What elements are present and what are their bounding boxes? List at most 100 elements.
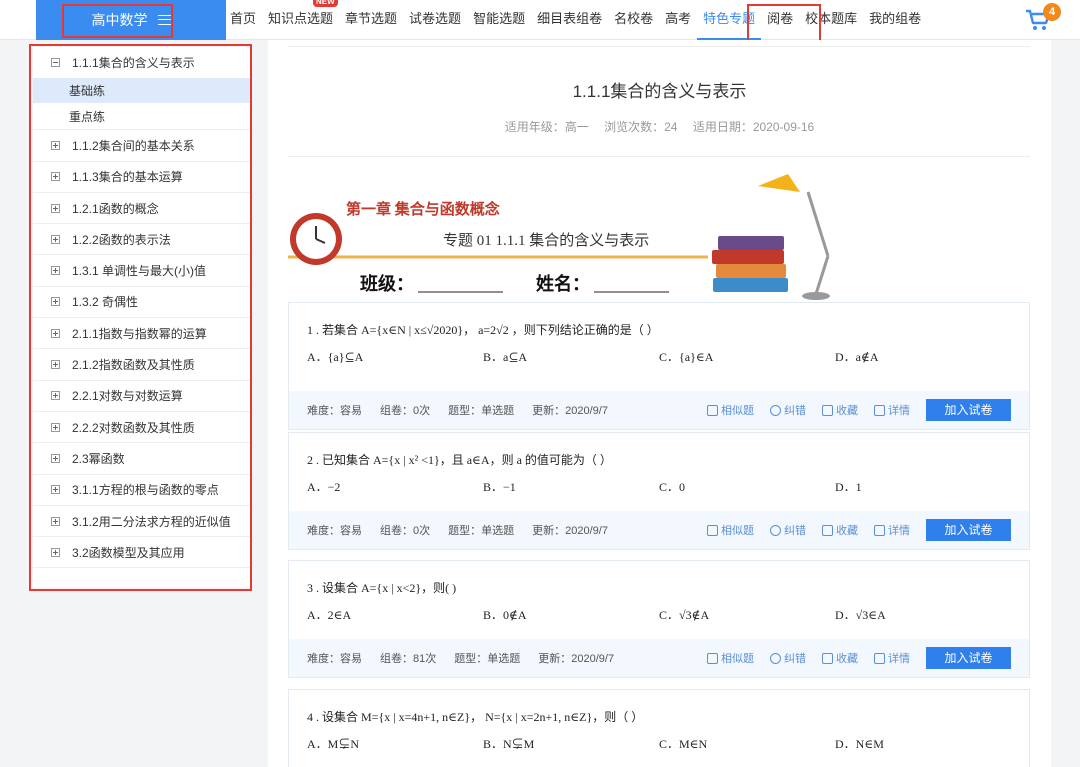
similar-icon [707,404,718,416]
add-to-paper-button[interactable]: 加入试卷 [926,399,1011,421]
collect-button[interactable]: 收藏 [822,522,858,538]
difficulty: 难度：容易 [307,405,362,417]
main-nav: 首页 知识点选题 NEW 章节选题 试卷选题 智能选题 细目表组卷 名校卷 高考 特色专题 阅卷 校本… [224,0,927,40]
add-to-paper-button[interactable]: 加入试卷 [926,647,1011,669]
correct-button[interactable]: 纠错 [770,522,806,538]
question-option: C．√3∉A [659,608,710,622]
update-date: 更新：2020/9/7 [532,525,608,537]
nav-item[interactable]: 名校卷 [608,0,659,40]
collect-button[interactable]: 收藏 [822,402,858,418]
question-footer: 难度：容易 组卷：81次 题型：单选题 更新：2020/9/7 相似题 纠错 收藏 详情 加入试… [289,639,1029,677]
books-lamp-illustration [712,174,830,300]
subject-highlight-box [62,4,173,38]
correct-button[interactable]: 纠错 [770,402,806,418]
doc-meta: 适用年级：高一 浏览次数：24 适用日期：2020-09-16 [268,118,1051,135]
question-card: 3 . 设集合 A={x | x<2}，则( ) A．2∈A B．0∉A C．√3∉A… [288,560,1030,678]
question-option: B．−1 [483,480,516,494]
question-option: A．{a}⊆A [307,350,364,364]
question-option: D．a∉A [835,350,879,364]
use-count: 组卷：0次 [380,525,431,537]
nav-item-label: 名校卷 [614,11,654,26]
name-label: 姓名： [536,273,590,294]
question-option: A．2∈A [307,608,352,622]
nav-item-label: 我的组卷 [869,11,922,26]
detail-icon [874,652,885,664]
question-footer: 难度：容易 组卷：0次 题型：单选题 更新：2020/9/7 相似题 纠错 收藏 详情 加入试卷 [289,391,1029,429]
question-stem: 3 . 设集合 A={x | x<2}，则( ) [307,581,457,595]
divider [288,156,1030,157]
topic-banner: 第一章 集合与函数概念 专题 01 1.1.1 集合的含义与表示 班级： 姓名： [288,174,830,300]
detail-button[interactable]: 详情 [874,402,910,418]
nav-item[interactable]: 试卷选题 [403,0,467,40]
detail-icon [874,404,885,416]
question-card: 4 . 设集合 M={x | x=4n+1, n∈Z}， N={x | x=2n… [288,689,1030,767]
collect-button[interactable]: 收藏 [822,650,858,666]
use-count: 组卷：0次 [380,405,431,417]
question-option: A．M⊊N [307,737,360,751]
question-card: 2 . 已知集合 A={x | x² <1}，且 a∈A，则 a 的值可能为（ … [288,432,1030,550]
active-nav-highlight-box [747,4,821,44]
nav-item-label: 首页 [230,11,257,26]
page-title: 1.1.1集合的含义与表示 [572,82,747,101]
nav-item-label: 知识点选题 [268,11,334,26]
collect-label: 收藏 [836,525,858,537]
nav-item[interactable]: 知识点选题 NEW [262,0,339,40]
question-option: B．a⊆A [483,350,528,364]
similar-icon [707,652,718,664]
star-icon [822,404,833,416]
detail-button[interactable]: 详情 [874,522,910,538]
meta-grade: 适用年级：高一 [504,120,589,134]
similar-icon [707,524,718,536]
star-icon [822,524,833,536]
question-option: C．0 [659,480,686,494]
question-option: B．N⊊M [483,737,535,751]
correct-button[interactable]: 纠错 [770,650,806,666]
question-option: C．M∈N [659,737,708,751]
difficulty: 难度：容易 [307,525,362,537]
meta-date: 适用日期：2020-09-16 [692,120,815,134]
detail-button[interactable]: 详情 [874,650,910,666]
star-icon [822,652,833,664]
collect-label: 收藏 [836,653,858,665]
nav-item[interactable]: 我的组卷 [863,0,927,40]
main-content: 1.1.1集合的含义与表示 适用年级：高一 浏览次数：24 适用日期：2020-… [268,40,1051,767]
question-option: B．0∉A [483,608,527,622]
nav-item-label: 高考 [665,11,692,26]
banner-chapter: 第一章 集合与函数概念 [346,200,500,218]
similar-button[interactable]: 相似题 [707,650,754,666]
use-count: 组卷：81次 [380,653,437,665]
question-card: 1 . 若集合 A={x∈N | x≤√2020}， a=2√2 ，则下列结论正… [288,302,1030,430]
meta-views: 浏览次数：24 [604,120,678,134]
add-to-paper-button[interactable]: 加入试卷 [926,519,1011,541]
nav-item[interactable]: 细目表组卷 [531,0,608,40]
question-option: A．−2 [307,480,341,494]
nav-item[interactable]: 高考 [659,0,697,40]
question-footer: 难度：容易 组卷：0次 题型：单选题 更新：2020/9/7 相似题 纠错 收藏 详情 加入试卷 [289,511,1029,549]
search-icon [770,652,781,664]
question-type: 题型：单选题 [454,653,521,665]
question-stem: 4 . 设集合 M={x | x=4n+1, n∈Z}， N={x | x=2n… [307,710,644,724]
update-date: 更新：2020/9/7 [538,653,615,665]
similar-label: 相似题 [721,405,754,417]
detail-label: 详情 [888,405,910,417]
correct-label: 纠错 [784,653,806,665]
detail-label: 详情 [888,653,910,665]
detail-icon [874,524,885,536]
similar-button[interactable]: 相似题 [707,522,754,538]
nav-item[interactable]: 智能选题 [467,0,531,40]
nav-item-label: 章节选题 [345,11,398,26]
search-icon [770,404,781,416]
sidebar-highlight-box [29,44,252,591]
cart-count-badge: 4 [1043,3,1061,21]
nav-item[interactable]: 首页 [224,0,262,40]
nav-item[interactable]: 章节选题 [339,0,403,40]
divider [288,46,1030,47]
nav-item-label: 试卷选题 [409,11,462,26]
question-option: C．{a}∈A [659,350,714,364]
correct-label: 纠错 [784,525,806,537]
nav-item-label: 细目表组卷 [537,11,603,26]
question-option: D．√3∈A [835,608,886,622]
similar-label: 相似题 [721,525,754,537]
similar-button[interactable]: 相似题 [707,402,754,418]
banner-topic: 专题 01 1.1.1 集合的含义与表示 [443,232,649,249]
